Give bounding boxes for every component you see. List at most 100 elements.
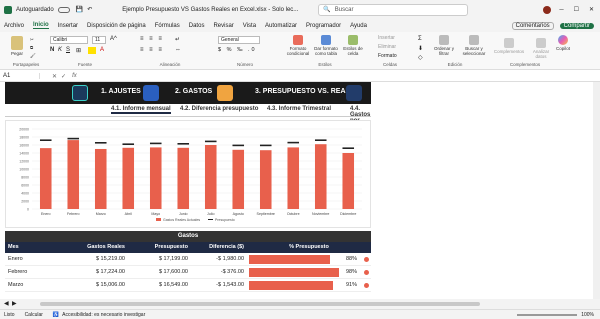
grow-font-icon[interactable]: A^: [110, 36, 117, 42]
conditional-format-button[interactable]: Formato condicional: [285, 35, 311, 56]
copilot-button[interactable]: Copilot: [553, 35, 573, 51]
close-icon[interactable]: ✕: [589, 6, 594, 13]
nav-budget-vs-real[interactable]: 3. PRESUPUESTO VS. REAL: [255, 88, 350, 95]
underline-icon[interactable]: S: [66, 47, 70, 53]
cell-pct: 91%: [247, 279, 371, 291]
format-table-button[interactable]: Dar formato como tabla: [313, 35, 339, 56]
autosave-toggle[interactable]: [57, 6, 70, 13]
chart-icon[interactable]: [346, 85, 362, 101]
tab-insert[interactable]: Insertar: [58, 23, 78, 29]
fill-icon[interactable]: ⬇: [418, 45, 423, 52]
wrap-text-icon[interactable]: ↵: [175, 36, 180, 43]
clear-icon[interactable]: ◇: [418, 54, 423, 61]
align-top-icons[interactable]: ≡ ≡ ≡: [140, 36, 164, 42]
cell-styles-button[interactable]: Estilos de celda: [341, 35, 365, 56]
nav-settings[interactable]: 1. AJUSTES: [101, 88, 141, 95]
pct-value: 91%: [345, 282, 357, 288]
number-format-select[interactable]: General: [218, 36, 260, 44]
minimize-icon[interactable]: ─: [559, 7, 563, 13]
tab-review[interactable]: Revisar: [213, 23, 233, 29]
delete-cells-button[interactable]: Eliminar: [378, 44, 396, 50]
save-icon[interactable]: 💾: [76, 6, 83, 13]
cut-icon[interactable]: ✂: [30, 37, 34, 42]
table-row[interactable]: Enero $ 15,219.00 $ 17,199.00 -$ 1,980.0…: [5, 253, 371, 266]
tab-developer[interactable]: Programador: [306, 23, 341, 29]
undo-icon[interactable]: ↶: [87, 6, 92, 13]
italic-icon[interactable]: K: [58, 47, 62, 53]
paste-label: Pegar: [10, 51, 23, 56]
paste-button[interactable]: Pegar: [8, 36, 26, 56]
pct-bar: [249, 255, 330, 264]
share-button[interactable]: Compartir: [559, 22, 594, 29]
font-color-icon[interactable]: A: [100, 47, 104, 53]
vertical-scrollbar[interactable]: [593, 82, 600, 299]
font-name-select[interactable]: Calibri: [50, 36, 88, 44]
sort-filter-label: Ordenar y filtrar: [433, 46, 454, 56]
align-left-icons[interactable]: ≡ ≡ ≡: [140, 47, 164, 53]
y-tick-label: 10000: [19, 168, 29, 172]
tab-automate[interactable]: Automatizar: [265, 23, 297, 29]
find-select-button[interactable]: Buscar y seleccionar: [460, 35, 488, 56]
money-icon[interactable]: [143, 85, 159, 101]
cell-month: Febrero: [8, 269, 28, 275]
analyze-data-button[interactable]: Analizar datos: [530, 38, 552, 59]
sort-filter-button[interactable]: Ordenar y filtrar: [432, 35, 456, 56]
search-box[interactable]: 🔍 Buscar: [318, 3, 469, 16]
table-row[interactable]: Febrero $ 17,224.00 $ 17,600.00 -$ 376.0…: [5, 266, 371, 279]
font-group-label: Fuente: [77, 62, 92, 67]
copy-icon[interactable]: ⧉: [30, 45, 33, 50]
ribbon-tabs: Archivo Inicio Insertar Disposición de p…: [0, 19, 600, 32]
fx-icon[interactable]: fx: [72, 73, 77, 79]
horizontal-scrollbar[interactable]: [40, 302, 480, 306]
monthly-chart: 20000 18000 16000 14000 12000 10000 8000 6000 40…: [5, 120, 371, 228]
gear-icon[interactable]: [72, 85, 88, 101]
subtab-quarterly[interactable]: 4.3. Informe Trimestral: [267, 106, 331, 112]
addins-button[interactable]: Complementos: [492, 38, 526, 54]
nav-reports[interactable]: 4. INFORMES: [381, 88, 418, 102]
status-calc[interactable]: Calcular: [25, 312, 43, 318]
conditional-format-label: Formato condicional: [286, 46, 310, 56]
tab-home[interactable]: Inicio: [33, 22, 49, 29]
comments-button[interactable]: Comentarios: [511, 21, 554, 30]
name-box[interactable]: A1: [0, 73, 40, 79]
nav-expenses[interactable]: 2. GASTOS: [175, 88, 212, 95]
maximize-icon[interactable]: ☐: [574, 6, 579, 13]
number-format-icons[interactable]: $ % ‰ .0: [218, 47, 257, 53]
bold-icon[interactable]: N: [50, 47, 54, 53]
avatar[interactable]: [543, 5, 552, 14]
bar-real: [204, 145, 217, 209]
format-cells-button[interactable]: Formato: [378, 53, 397, 59]
tab-view[interactable]: Vista: [243, 23, 256, 29]
borders-icon[interactable]: ⊞: [76, 47, 81, 54]
tab-formulas[interactable]: Fórmulas: [155, 23, 180, 29]
prev-sheet-icon[interactable]: ◀: [4, 300, 9, 307]
next-sheet-icon[interactable]: ▶: [12, 300, 17, 307]
status-accessibility[interactable]: Accesibilidad: es necesario investigar: [62, 312, 145, 318]
header-real: Gastos Reales Actuales: [87, 244, 125, 261]
cancel-icon[interactable]: ✕: [52, 73, 57, 80]
cell-budget: $ 16,549.00: [158, 282, 188, 288]
bar-real: [232, 149, 245, 209]
cell-diff: -$ 1,543.00: [216, 282, 244, 288]
font-size-select[interactable]: 11: [92, 36, 106, 44]
enter-icon[interactable]: ✓: [61, 73, 66, 80]
cell-real: $ 15,006.00: [95, 282, 125, 288]
insert-cells-button[interactable]: Insertar: [378, 35, 395, 41]
format-painter-icon[interactable]: 🖌: [30, 53, 36, 58]
cell-month: Marzo: [8, 282, 24, 288]
zoom-slider[interactable]: [517, 313, 578, 316]
calculator-icon[interactable]: [217, 85, 233, 101]
cell-budget: $ 17,600.00: [158, 269, 188, 275]
merge-center-icon[interactable]: ⇔: [175, 47, 181, 53]
subtab-budget-diff[interactable]: 4.2. Diferencia presupuesto: [180, 106, 258, 112]
formula-input[interactable]: [81, 72, 600, 81]
sum-icon[interactable]: Σ: [418, 36, 422, 42]
header-budget: Presupuesto: [154, 244, 188, 250]
tab-data[interactable]: Datos: [189, 23, 205, 29]
tab-page-layout[interactable]: Disposición de página: [87, 23, 146, 29]
fill-color-icon[interactable]: [88, 47, 96, 54]
tab-help[interactable]: Ayuda: [350, 23, 367, 29]
table-row[interactable]: Marzo $ 15,006.00 $ 16,549.00 -$ 1,543.0…: [5, 279, 371, 292]
tab-file[interactable]: Archivo: [4, 23, 24, 29]
subtab-monthly[interactable]: 4.1. Informe mensual: [111, 106, 171, 114]
